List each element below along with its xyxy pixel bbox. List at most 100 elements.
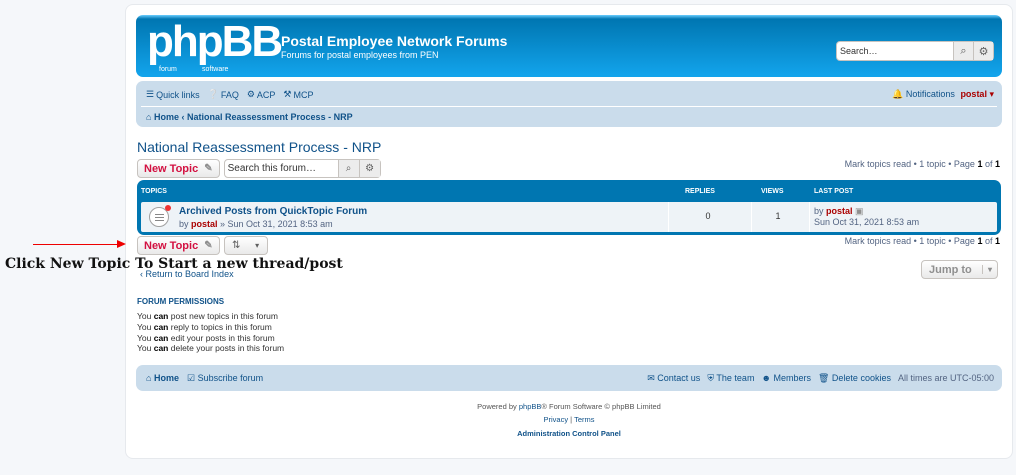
column-divider [809,202,810,232]
acp-label: ACP [256,89,276,100]
page-wrap: phpBB forum software Postal Employee Net… [125,4,1013,459]
subscribe-label: Subscribe forum [197,373,264,383]
pagination-top: Mark topics read • 1 topic • Page 1 of 1 [845,159,1000,169]
breadcrumb-separator: ‹ [181,112,185,122]
annotation-text: Click New Topic To Start a new thread/po… [5,256,343,272]
powered-by-text: Powered by [477,402,519,411]
site-description: Forums for postal employees from PEN [281,50,439,60]
new-topic-label: New Topic [144,239,199,252]
pagination-of: of [982,236,995,246]
sort-icon: ⇅ [231,240,241,251]
privacy-link[interactable]: Privacy [544,415,569,424]
footer-navbar: ⌂ Home ☑ Subscribe forum ✉ Contact us ⛨ … [136,365,1002,391]
topic-author-link[interactable]: postal [191,219,218,229]
forum-search-input[interactable]: Search this forum… [225,160,338,177]
table-row: Archived Posts from QuickTopic Forum by … [141,202,997,232]
permissions-heading: FORUM PERMISSIONS [137,297,225,306]
logo-sub-forum: forum [159,66,177,73]
forum-search: Search this forum… ⌕ ⚙ [223,159,381,178]
col-views: VIEWS [761,188,784,195]
pagination-text: Mark topics read • 1 topic • Page [844,159,978,169]
delete-cookies-link[interactable]: 🗑 Delete cookies [818,373,891,384]
acp-footer-link[interactable]: Administration Control Panel [126,429,1012,438]
pencil-icon: ✎ [204,163,213,174]
view-latest-post-icon[interactable]: ▣ [855,206,864,216]
sort-options-button[interactable]: ⇅ ▾ [223,236,268,255]
permission-line: You can edit your posts in this forum [137,332,275,343]
contact-us-link[interactable]: ✉ Contact us [647,373,700,384]
menu-icon: ☰ [146,89,155,99]
quick-links-label: Quick links [156,89,200,100]
acp-link[interactable]: ⚙ ACP [247,89,276,100]
last-post-by: by [814,206,827,216]
gear-icon[interactable]: ⚙ [973,42,993,60]
col-replies: REPLIES [685,188,715,195]
header-search-input[interactable]: Search… [837,42,953,60]
jump-to-dropdown[interactable]: Jump to ▾ [921,260,998,279]
footer-home-link[interactable]: ⌂ Home [146,373,179,384]
faq-link[interactable]: ❔ FAQ [208,89,239,100]
new-topic-button[interactable]: New Topic ✎ [137,159,220,178]
gear-icon[interactable]: ⚙ [358,160,380,177]
topics-table: TOPICS REPLIES VIEWS LAST POST Archived … [137,180,1001,235]
action-bar-top: New Topic ✎ Search this forum… ⌕ ⚙ [137,159,381,178]
navbar: ☰ Quick links ❔ FAQ ⚙ ACP ⚒ MCP 🔔 Notificati… [136,81,1002,127]
question-icon: ❔ [207,89,219,99]
topic-title-link[interactable]: Archived Posts from QuickTopic Forum [179,206,367,217]
team-label: The team [716,373,755,383]
topic-byline: by postal » Sun Oct 31, 2021 8:53 am [179,219,333,229]
search-icon[interactable]: ⌕ [953,42,973,60]
col-last-post: LAST POST [814,188,854,195]
pagination-of: of [982,159,995,169]
mcp-link[interactable]: ⚒ MCP [283,89,313,100]
breadcrumb-forum[interactable]: National Reassessment Process - NRP [187,112,353,122]
the-team-link[interactable]: ⛨ The team [707,373,754,384]
caret-down-icon: ▾ [982,265,997,274]
page-title[interactable]: National Reassessment Process - NRP [137,139,381,155]
envelope-icon: ✉ [647,373,655,383]
logo-text: phpBB [147,17,283,66]
permission-line: You can reply to topics in this forum [137,321,272,332]
new-topic-button[interactable]: New Topic ✎ [137,236,220,255]
logo-sub-software: software [202,66,229,73]
notifications-menu[interactable]: 🔔 Notifications postal ▾ [892,89,994,100]
column-divider [668,202,669,232]
page-count: 1 [994,236,1000,246]
pagination-text: Mark topics read • 1 topic • Page [844,236,978,246]
topic-unread-icon[interactable] [149,205,171,227]
mcp-label: MCP [293,89,314,100]
shield-icon: ⛨ [707,373,715,383]
members-link[interactable]: ☻ Members [761,373,811,384]
topic-date: » Sun Oct 31, 2021 8:53 am [217,219,333,229]
cogs-icon: ⚙ [246,89,255,99]
header-bar: phpBB forum software Postal Employee Net… [136,15,1002,77]
quick-links-menu[interactable]: ☰ Quick links [146,89,200,100]
annotation-arrow [33,244,121,245]
home-icon: ⌂ [146,112,152,122]
pencil-icon: ✎ [204,240,213,251]
powered-post-text: ® Forum Software © phpBB Limited [541,402,661,411]
header-search: Search… ⌕ ⚙ [836,41,994,61]
faq-label: FAQ [220,89,239,100]
notifications-label: Notifications [905,89,955,99]
last-post-date: Sun Oct 31, 2021 8:53 am [814,217,920,227]
last-post-author-link[interactable]: postal [826,206,853,216]
phpbb-link[interactable]: phpBB [519,402,542,411]
users-icon: ☻ [761,373,771,383]
policy-links: Privacy | Terms [126,415,1012,424]
members-label: Members [773,373,811,383]
byline-by: by [179,219,192,229]
site-logo[interactable]: phpBB forum software [147,17,283,73]
search-icon[interactable]: ⌕ [337,160,359,177]
trash-icon: 🗑 [817,373,830,383]
breadcrumb: ⌂ Home ‹ National Reassessment Process -… [146,112,353,122]
site-title[interactable]: Postal Employee Network Forums [281,33,507,49]
breadcrumb-home[interactable]: Home [154,112,179,122]
action-bar-bottom: New Topic ✎ ⇅ ▾ [137,236,268,255]
user-menu[interactable]: postal [960,89,987,99]
col-topics: TOPICS [141,188,167,195]
subscribe-forum-link[interactable]: ☑ Subscribe forum [187,373,263,384]
permission-line: You can post new topics in this forum [137,311,278,321]
check-square-icon: ☑ [186,373,196,383]
terms-link[interactable]: Terms [574,415,594,424]
